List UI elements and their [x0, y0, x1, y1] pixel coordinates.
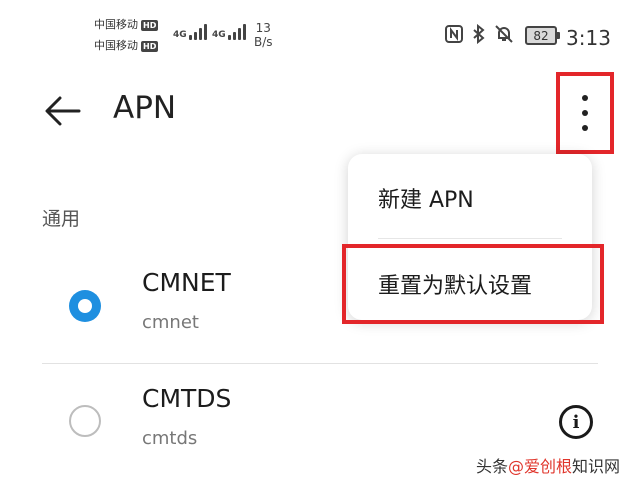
watermark-brand: @爱创根	[508, 457, 573, 476]
menu-item-new-apn[interactable]: 新建 APN	[378, 182, 474, 214]
battery-tip	[557, 32, 560, 39]
signal-bars-icon	[227, 24, 246, 40]
hd-badge: HD	[141, 40, 159, 52]
network-type: 4G	[212, 30, 226, 40]
watermark-text: 头条	[476, 457, 509, 476]
watermark: 头条@爱创根知识网	[476, 453, 620, 477]
radio-unselected-icon[interactable]	[69, 405, 101, 437]
carrier-name: 中国移动	[94, 18, 138, 31]
section-label: 通用	[42, 208, 81, 230]
net-speed-unit: B/s	[254, 35, 273, 49]
radio-selected-icon[interactable]	[69, 290, 101, 322]
carrier-2: 中国移动 HD	[94, 39, 159, 53]
net-speed: 13 B/s	[254, 21, 273, 49]
battery-icon: 82	[525, 26, 557, 45]
apn-name: CMTDS	[142, 384, 232, 413]
apn-sub: cmnet	[142, 312, 199, 333]
apn-name: CMNET	[142, 268, 231, 297]
carrier-1: 中国移动 HD	[94, 18, 159, 32]
more-options-icon[interactable]	[556, 72, 614, 154]
battery-level: 82	[533, 28, 549, 43]
highlight-box	[342, 244, 604, 324]
info-icon[interactable]: i	[559, 405, 593, 439]
signal-bars-icon	[188, 24, 207, 40]
watermark-text: 知识网	[572, 457, 621, 476]
network-type: 4G	[173, 30, 187, 40]
page-title: APN	[113, 90, 177, 126]
battery-indicator: 82	[525, 26, 560, 45]
net-speed-value: 13	[255, 21, 271, 35]
status-icons	[444, 23, 514, 49]
clock: 3:13	[566, 26, 611, 50]
nfc-icon	[444, 24, 464, 49]
signal-2: 4G	[212, 24, 246, 40]
back-arrow-icon[interactable]	[38, 86, 88, 136]
carrier-name: 中国移动	[94, 39, 138, 52]
mute-bell-icon	[494, 24, 514, 49]
bluetooth-icon	[472, 23, 486, 49]
hd-badge: HD	[141, 19, 159, 31]
menu-divider	[378, 238, 562, 239]
apn-sub: cmtds	[142, 428, 198, 449]
signal-1: 4G	[173, 24, 207, 40]
